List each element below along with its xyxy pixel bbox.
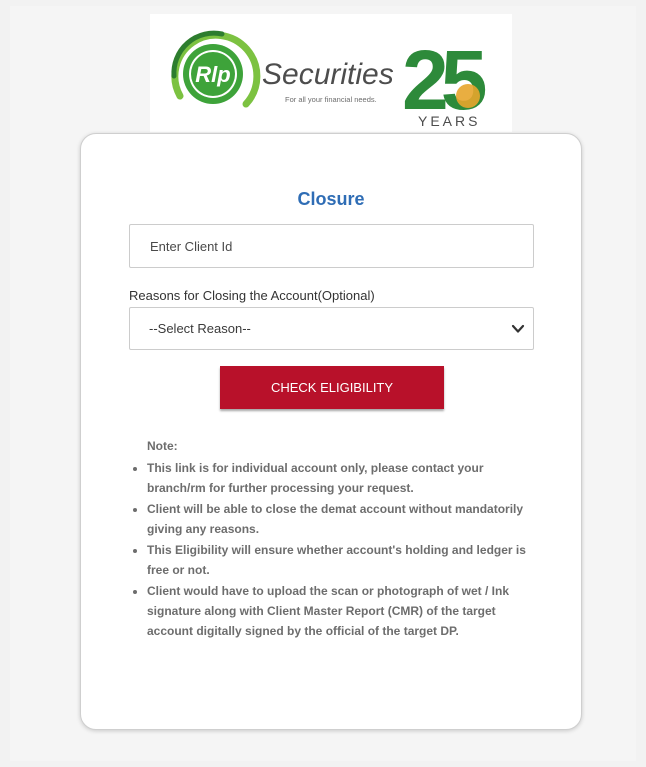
note-title: Note:: [147, 439, 178, 453]
anniversary-badge-icon: 25 YEARS: [402, 33, 494, 129]
reason-select[interactable]: --Select Reason--: [129, 307, 534, 350]
list-item: This link is for individual account only…: [147, 458, 539, 498]
logo-mark-icon: Rlp: [170, 30, 261, 117]
page: Rlp Securities For all your financial ne…: [0, 0, 646, 767]
logo-graphic: Rlp Securities For all your financial ne…: [170, 30, 494, 129]
closure-card: Closure Reasons for Closing the Account(…: [80, 133, 582, 730]
client-id-input[interactable]: [129, 224, 534, 268]
logo-tagline: For all your financial needs.: [285, 95, 377, 104]
rlp-securities-logo: Rlp Securities For all your financial ne…: [150, 14, 512, 132]
list-item: This Eligibility will ensure whether acc…: [147, 540, 539, 580]
list-item: Client will be able to close the demat a…: [147, 499, 539, 539]
list-item: Client would have to upload the scan or …: [147, 581, 539, 641]
note-section: Note: This link is for individual accoun…: [119, 436, 539, 642]
reason-label: Reasons for Closing the Account(Optional…: [129, 288, 375, 303]
chevron-down-icon: [511, 324, 525, 333]
anniversary-word: YEARS: [418, 113, 480, 129]
logo-mark-text: Rlp: [195, 62, 230, 87]
check-eligibility-button[interactable]: CHECK ELIGIBILITY: [220, 366, 444, 409]
note-list: This link is for individual account only…: [119, 458, 539, 641]
form-title: Closure: [297, 189, 365, 209]
logo-brand-text: Securities: [262, 58, 394, 91]
reason-select-value: --Select Reason--: [149, 321, 251, 336]
